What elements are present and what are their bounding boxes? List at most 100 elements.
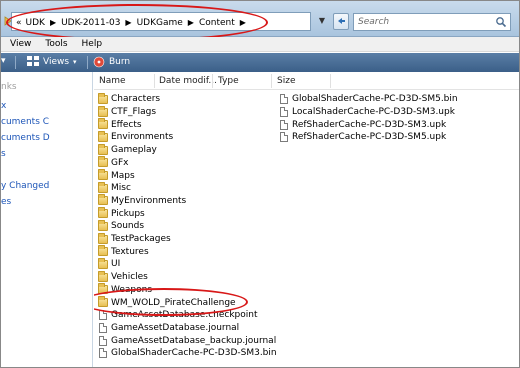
folder-name: TestPackages [111, 234, 171, 245]
menu-help[interactable]: Help [82, 39, 103, 49]
folder-name: Effects [111, 119, 142, 130]
burn-disc-icon [93, 56, 105, 68]
nav-item[interactable]: y Changed [1, 181, 49, 191]
folder-icon [98, 219, 108, 231]
column-divider[interactable] [154, 74, 155, 88]
breadcrumb-separator-icon[interactable]: ▶ [50, 18, 56, 27]
folder-name: GFx [111, 157, 129, 168]
navigation-pane: nks x cuments C cuments D s y Changed es [1, 72, 93, 367]
organize-dropdown-icon[interactable]: ▾ [1, 56, 6, 66]
file-icon [99, 348, 107, 359]
file-name: GameAssetDatabase_backup.journal [111, 335, 277, 346]
folder-item[interactable]: Pickups [98, 207, 145, 220]
views-button[interactable]: Views ▾ [27, 56, 77, 67]
folder-name: Pickups [111, 208, 145, 219]
file-name: GameAssetDatabase.checkpoint [111, 310, 258, 321]
folder-icon [98, 181, 108, 193]
file-item[interactable]: GameAssetDatabase.checkpoint [99, 309, 258, 322]
folder-icon [98, 270, 108, 282]
nav-item[interactable]: s [1, 149, 6, 159]
folder-item[interactable]: CTF_Flags [98, 105, 156, 119]
refresh-button[interactable] [333, 13, 349, 30]
search-placeholder: Search [358, 17, 390, 27]
folder-name: UI [111, 259, 121, 270]
breadcrumb-item[interactable]: UDKGame [137, 18, 183, 28]
breadcrumb-separator-icon[interactable]: ▶ [188, 18, 194, 27]
folder-name: WM_WOLD_PirateChallenge [111, 297, 236, 308]
menu-tools[interactable]: Tools [45, 39, 67, 49]
column-header-row: Name Date modif... Type Size [94, 72, 519, 90]
breadcrumb-separator-icon[interactable]: ▶ [240, 18, 246, 27]
breadcrumb-separator-icon[interactable]: ▶ [125, 18, 131, 27]
folder-item[interactable]: Characters [98, 92, 161, 106]
search-input[interactable]: Search [353, 13, 511, 31]
folder-item[interactable]: Weapons [98, 283, 152, 297]
burn-button[interactable]: Burn [93, 56, 130, 68]
folder-icon [98, 194, 108, 206]
folder-icon [98, 283, 108, 295]
column-divider[interactable] [212, 74, 213, 88]
folder-item[interactable]: Sounds [98, 219, 144, 233]
file-icon [280, 119, 288, 130]
file-item[interactable]: GameAssetDatabase_backup.journal [99, 334, 276, 347]
breadcrumb: « UDK ▶ UDK-2011-03 ▶ UDKGame ▶ Content … [16, 16, 251, 29]
file-item[interactable]: GlobalShaderCache-PC-D3D-SM5.bin [280, 93, 458, 106]
folder-icon [98, 169, 108, 181]
folder-item[interactable]: Effects [98, 118, 142, 131]
column-size[interactable]: Size [277, 76, 295, 86]
folder-name: Characters [111, 94, 161, 105]
column-divider[interactable] [271, 74, 272, 88]
folder-item[interactable]: TestPackages [98, 232, 171, 246]
folder-item[interactable]: Textures [98, 245, 149, 258]
address-box[interactable]: « UDK ▶ UDK-2011-03 ▶ UDKGame ▶ Content … [11, 12, 311, 31]
column-date-modified[interactable]: Date modif... [159, 76, 217, 86]
breadcrumb-item[interactable]: UDK [26, 18, 45, 28]
address-bar-area: « UDK ▶ UDK-2011-03 ▶ UDKGame ▶ Content … [1, 1, 519, 41]
folder-item[interactable]: Gameplay [98, 143, 157, 157]
file-item[interactable]: LocalShaderCache-PC-D3D-SM3.upk [280, 106, 455, 119]
breadcrumb-item[interactable]: UDK-2011-03 [61, 18, 120, 28]
folder-icon [98, 296, 108, 308]
column-divider[interactable] [330, 74, 331, 88]
folder-item[interactable]: UI [98, 257, 121, 271]
file-icon [280, 132, 288, 143]
folder-item[interactable]: Misc [98, 181, 131, 195]
folder-icon [98, 92, 108, 104]
folder-item[interactable]: GFx [98, 156, 129, 170]
file-icon [99, 335, 107, 346]
folder-item[interactable]: WM_WOLD_PirateChallenge [98, 296, 236, 309]
overflow-chevron-icon[interactable]: « [16, 18, 22, 28]
folder-item[interactable]: Vehicles [98, 270, 148, 284]
folder-icon [98, 105, 108, 117]
folder-name: Environments [111, 132, 174, 143]
folder-item[interactable]: Environments [98, 130, 174, 144]
refresh-icon [338, 18, 345, 24]
breadcrumb-item[interactable]: Content [199, 18, 235, 28]
folder-item[interactable]: MyEnvironments [98, 194, 186, 208]
file-list-pane: Name Date modif... Type Size Characters C… [94, 72, 519, 367]
folder-icon [98, 257, 108, 269]
folder-item[interactable]: Maps [98, 169, 135, 182]
views-label: Views [43, 56, 70, 67]
nav-item[interactable]: cuments D [1, 133, 50, 143]
file-item[interactable]: RefShaderCache-PC-D3D-SM3.upk [280, 118, 446, 131]
folder-icon [98, 143, 108, 155]
column-type[interactable]: Type [218, 76, 239, 86]
burn-label: Burn [109, 57, 131, 67]
file-name: LocalShaderCache-PC-D3D-SM3.upk [292, 107, 455, 118]
nav-item[interactable]: cuments C [1, 117, 49, 127]
address-dropdown-icon[interactable]: ▼ [317, 14, 327, 28]
search-icon[interactable] [495, 16, 507, 28]
menu-view[interactable]: View [10, 39, 31, 49]
nav-item[interactable]: es [1, 197, 11, 207]
folder-name: Textures [111, 246, 149, 257]
nav-item[interactable]: x [1, 101, 6, 111]
file-icon [280, 107, 288, 118]
file-item[interactable]: GameAssetDatabase.journal [99, 322, 239, 335]
file-icon [99, 310, 107, 321]
nav-item[interactable]: nks [1, 82, 17, 92]
file-item[interactable]: RefShaderCache-PC-D3D-SM5.upk [280, 131, 446, 144]
file-item[interactable]: GlobalShaderCache-PC-D3D-SM3.bin [99, 347, 277, 360]
folder-icon [98, 118, 108, 130]
column-name[interactable]: Name [99, 76, 126, 86]
